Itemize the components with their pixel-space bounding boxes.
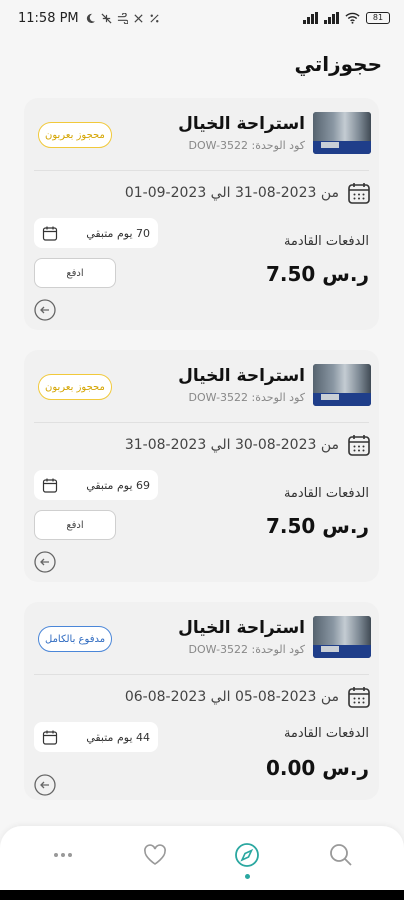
fan-icon (134, 13, 143, 23)
search-icon (330, 844, 352, 866)
status-time: 11:58 PM (18, 10, 79, 26)
booking-card[interactable]: استراحة الخيال كود الوحدة: DOW-3522 محجو… (24, 350, 379, 582)
calendar-small-icon (42, 730, 58, 745)
date-range: من 2023-08-05 الي 2023-08-06 (124, 689, 339, 705)
nav-favorites[interactable] (142, 842, 168, 868)
status-badge: محجوز بعربون (38, 374, 112, 400)
battery-icon: 81 (366, 12, 390, 24)
pay-button[interactable]: ادفع (34, 510, 116, 540)
date-range: من 2023-08-31 الي 2023-09-01 (124, 185, 339, 201)
active-indicator (245, 874, 250, 879)
property-thumbnail (313, 364, 371, 406)
property-name: استراحة الخيال (178, 618, 305, 638)
amount: 0.00 ر.س (265, 756, 369, 780)
more-icon (54, 853, 72, 857)
booking-card[interactable]: استراحة الخيال كود الوحدة: DOW-3522 مدفو… (24, 602, 379, 800)
calendar-icon (348, 183, 370, 204)
date-row: من 2023-08-05 الي 2023-08-06 (125, 682, 371, 712)
payments-label: الدفعات القادمة (283, 726, 369, 741)
payments-label: الدفعات القادمة (283, 234, 369, 249)
days-left-text: 70 يوم متبقي (86, 226, 150, 240)
unit-code: كود الوحدة: DOW-3522 (188, 391, 305, 404)
arrow-left-icon[interactable] (34, 299, 56, 321)
date-row: من 2023-08-30 الي 2023-08-31 (125, 430, 371, 460)
booking-card[interactable]: استراحة الخيال كود الوحدة: DOW-3522 محجو… (24, 98, 379, 330)
wifi-icon (345, 12, 360, 24)
property-thumbnail (313, 616, 371, 658)
unit-code: كود الوحدة: DOW-3522 (188, 139, 305, 152)
page-title: حجوزاتي (294, 52, 382, 76)
arrow-left-icon[interactable] (34, 551, 56, 573)
amount: 7.50 ر.س (265, 262, 369, 286)
days-left-text: 69 يوم متبقي (86, 478, 150, 492)
signal-icon (303, 12, 318, 24)
property-name: استراحة الخيال (178, 114, 305, 134)
date-row: من 2023-08-31 الي 2023-09-01 (125, 178, 371, 208)
calendar-icon (348, 435, 370, 456)
divider (34, 170, 369, 171)
date-range: من 2023-08-30 الي 2023-08-31 (124, 437, 339, 453)
no-network-icon (101, 12, 112, 24)
percent-icon (150, 13, 159, 23)
status-badge: محجوز بعربون (38, 122, 112, 148)
pay-button[interactable]: ادفع (34, 258, 116, 288)
days-left-chip: 70 يوم متبقي (34, 218, 158, 248)
heart-icon (144, 844, 166, 865)
unit-code: كود الوحدة: DOW-3522 (188, 643, 305, 656)
status-badge: مدفوع بالكامل (38, 626, 113, 652)
days-left-chip: 44 يوم متبقي (34, 722, 158, 752)
property-thumbnail (313, 112, 371, 154)
nav-search[interactable] (328, 842, 354, 868)
divider (34, 674, 369, 675)
compass-icon (235, 843, 259, 867)
property-name: استراحة الخيال (178, 366, 305, 386)
days-left-text: 44 يوم متبقي (86, 730, 150, 744)
wind-icon (117, 12, 128, 24)
nav-more[interactable] (50, 842, 76, 868)
arrow-left-icon[interactable] (34, 774, 56, 796)
notification-icons (85, 12, 160, 24)
divider (34, 422, 369, 423)
calendar-icon (348, 687, 370, 708)
bottom-nav (0, 826, 404, 890)
moon-icon (86, 13, 95, 23)
status-bar: 11:58 PM 81 (0, 0, 404, 36)
signal-2-icon (324, 12, 339, 24)
calendar-small-icon (42, 478, 58, 493)
days-left-chip: 69 يوم متبقي (34, 470, 158, 500)
nav-explore[interactable] (234, 842, 260, 868)
calendar-small-icon (42, 226, 58, 241)
amount: 7.50 ر.س (265, 514, 369, 538)
payments-label: الدفعات القادمة (283, 486, 369, 501)
system-nav-bar (0, 890, 404, 900)
